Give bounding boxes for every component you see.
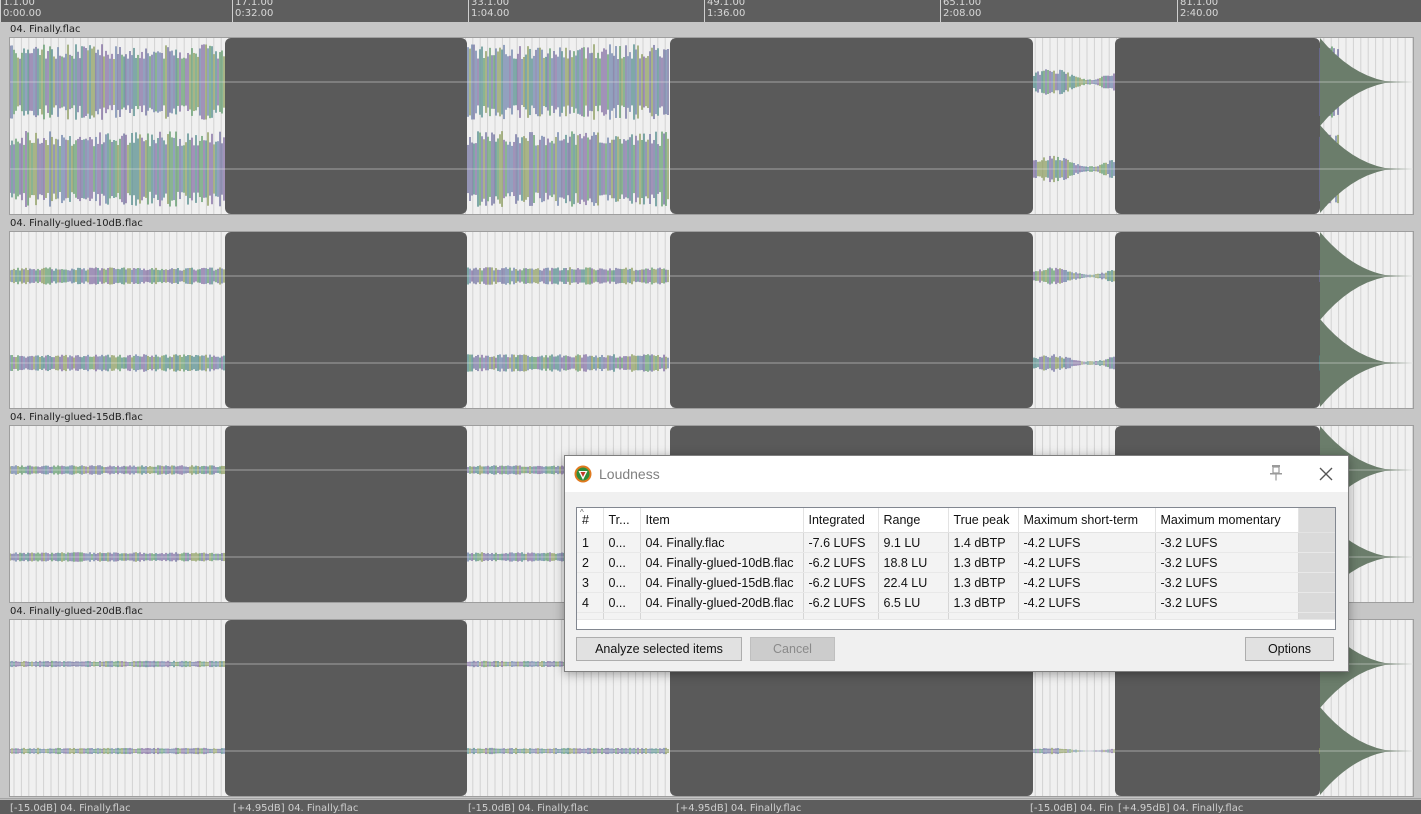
table-cell: 1.3 dBTP [948, 592, 1019, 613]
table-cell: 0... [603, 532, 641, 553]
table-cell: -4.2 LUFS [1018, 532, 1156, 553]
table-cell: 4 [577, 592, 604, 613]
table-cell: -3.2 LUFS [1155, 572, 1299, 593]
table-filler-cell [1298, 532, 1335, 553]
table-cell: -6.2 LUFS [803, 592, 879, 613]
table-row[interactable]: 4 0... 04. Finally-glued-20dB.flac -6.2 … [577, 592, 1335, 613]
waveform[interactable] [9, 37, 1414, 215]
column-header-range[interactable]: Range [878, 508, 949, 533]
track-item[interactable]: 04. Finally-glued-10dB.flac [0, 216, 1421, 411]
options-button[interactable]: Options [1245, 637, 1334, 661]
table-cell: -4.2 LUFS [1018, 572, 1156, 593]
table-cell: -4.2 LUFS [1018, 592, 1156, 613]
dialog-title: Loudness [599, 466, 660, 482]
segment-label[interactable]: [+4.95dB] 04. Finally.flac [233, 803, 358, 814]
ruler-time-label: 2:08.00 [943, 8, 982, 19]
ruler-bar-label: 49.1.00 [707, 0, 746, 8]
table-cell: 18.8 LU [878, 552, 949, 573]
segment-label[interactable]: [+4.95dB] 04. Finally.flac [676, 803, 801, 814]
bottom-item-strip[interactable]: [-15.0dB] 04. Finally.flac [+4.95dB] 04.… [0, 800, 1421, 814]
waveform[interactable] [9, 231, 1414, 409]
table-cell: -6.2 LUFS [803, 552, 879, 573]
table-cell: 0... [603, 552, 641, 573]
analyze-selected-items-button[interactable]: Analyze selected items [576, 637, 742, 661]
reaper-logo-icon [574, 465, 592, 483]
column-header-true-peak[interactable]: True peak [948, 508, 1019, 533]
dialog-titlebar[interactable]: Loudness [565, 456, 1348, 492]
ruler-time-label: 0:32.00 [235, 8, 274, 19]
table-cell: 0... [603, 592, 641, 613]
table-cell: -6.2 LUFS [803, 572, 879, 593]
column-header-track[interactable]: Tr... [603, 508, 641, 533]
column-header-integrated[interactable]: Integrated [803, 508, 879, 533]
table-cell: 3 [577, 572, 604, 593]
table-cell: -3.2 LUFS [1155, 592, 1299, 613]
table-cell: 0... [603, 572, 641, 593]
column-header-filler [1298, 508, 1335, 533]
item-name-label: 04. Finally-glued-15dB.flac [10, 412, 143, 423]
table-header: ^ # Tr... Item Integrated Range True peak… [577, 508, 1335, 533]
ruler-mark: 81.1.00 2:40.00 [1177, 0, 1218, 22]
table-row[interactable]: 2 0... 04. Finally-glued-10dB.flac -6.2 … [577, 552, 1335, 573]
table-cell: 04. Finally.flac [640, 532, 804, 553]
sort-ascending-icon: ^ [580, 508, 584, 517]
table-cell: -7.6 LUFS [803, 532, 879, 553]
ruler-time-label: 1:04.00 [471, 8, 510, 19]
ruler-bar-label: 33.1.00 [471, 0, 510, 8]
ruler-time-label: 2:40.00 [1180, 8, 1219, 19]
table-cell: 22.4 LU [878, 572, 949, 593]
table-cell: -3.2 LUFS [1155, 532, 1299, 553]
ruler-mark: 49.1.00 1:36.00 [704, 0, 745, 22]
loudness-dialog[interactable]: Loudness ^ # Tr... Item Integrated Range… [564, 455, 1349, 672]
column-header-item[interactable]: Item [640, 508, 804, 533]
arrange-view[interactable]: 04. Finally.flac 04. Finally-glued-10dB.… [0, 22, 1421, 800]
track-item[interactable]: 04. Finally.flac [0, 22, 1421, 217]
table-empty-row [577, 612, 1335, 620]
close-icon[interactable] [1317, 465, 1335, 483]
table-filler-cell [1298, 592, 1335, 613]
ruler-time-label: 0:00.00 [3, 8, 42, 19]
item-name-label: 04. Finally-glued-10dB.flac [10, 218, 143, 229]
table-cell: 1 [577, 532, 604, 553]
table-cell: 04. Finally-glued-10dB.flac [640, 552, 804, 573]
ruler-mark: 1.1.00 0:00.00 [0, 0, 41, 22]
ruler-mark: 17.1.00 0:32.00 [232, 0, 273, 22]
ruler-time-label: 1:36.00 [707, 8, 746, 19]
cancel-button[interactable]: Cancel [750, 637, 835, 661]
table-cell: 6.5 LU [878, 592, 949, 613]
pin-icon[interactable] [1268, 464, 1284, 482]
item-name-label: 04. Finally-glued-20dB.flac [10, 606, 143, 617]
table-cell: 1.4 dBTP [948, 532, 1019, 553]
loudness-results-table[interactable]: ^ # Tr... Item Integrated Range True peak… [576, 507, 1336, 630]
table-cell: 9.1 LU [878, 532, 949, 553]
timeline-ruler[interactable]: 1.1.00 0:00.00 17.1.00 0:32.00 33.1.00 1:04… [0, 0, 1421, 23]
table-cell: -4.2 LUFS [1018, 552, 1156, 573]
table-filler-cell [1298, 572, 1335, 593]
column-header-max-momentary[interactable]: Maximum momentary [1155, 508, 1299, 533]
segment-label[interactable]: [-15.0dB] 04. Fin [1030, 803, 1113, 814]
column-header-number[interactable]: ^ # [577, 508, 604, 533]
table-cell: 1.3 dBTP [948, 552, 1019, 573]
table-row[interactable]: 1 0... 04. Finally.flac -7.6 LUFS 9.1 LU… [577, 532, 1335, 553]
table-cell: -3.2 LUFS [1155, 552, 1299, 573]
ruler-bar-label: 81.1.00 [1180, 0, 1219, 8]
segment-label[interactable]: [-15.0dB] 04. Finally.flac [10, 803, 131, 814]
table-row[interactable]: 3 0... 04. Finally-glued-15dB.flac -6.2 … [577, 572, 1335, 593]
table-cell: 2 [577, 552, 604, 573]
ruler-bar-label: 17.1.00 [235, 0, 274, 8]
ruler-mark: 33.1.00 1:04.00 [468, 0, 509, 22]
table-filler-cell [1298, 552, 1335, 573]
table-cell: 04. Finally-glued-15dB.flac [640, 572, 804, 593]
table-cell: 1.3 dBTP [948, 572, 1019, 593]
item-name-label: 04. Finally.flac [10, 24, 81, 35]
segment-label[interactable]: [+4.95dB] 04. Finally.flac [1118, 803, 1243, 814]
ruler-bar-label: 1.1.00 [3, 0, 35, 8]
segment-label[interactable]: [-15.0dB] 04. Finally.flac [468, 803, 589, 814]
table-cell: 04. Finally-glued-20dB.flac [640, 592, 804, 613]
column-header-max-short-term[interactable]: Maximum short-term [1018, 508, 1156, 533]
ruler-mark: 65.1.00 2:08.00 [940, 0, 981, 22]
ruler-bar-label: 65.1.00 [943, 0, 982, 8]
